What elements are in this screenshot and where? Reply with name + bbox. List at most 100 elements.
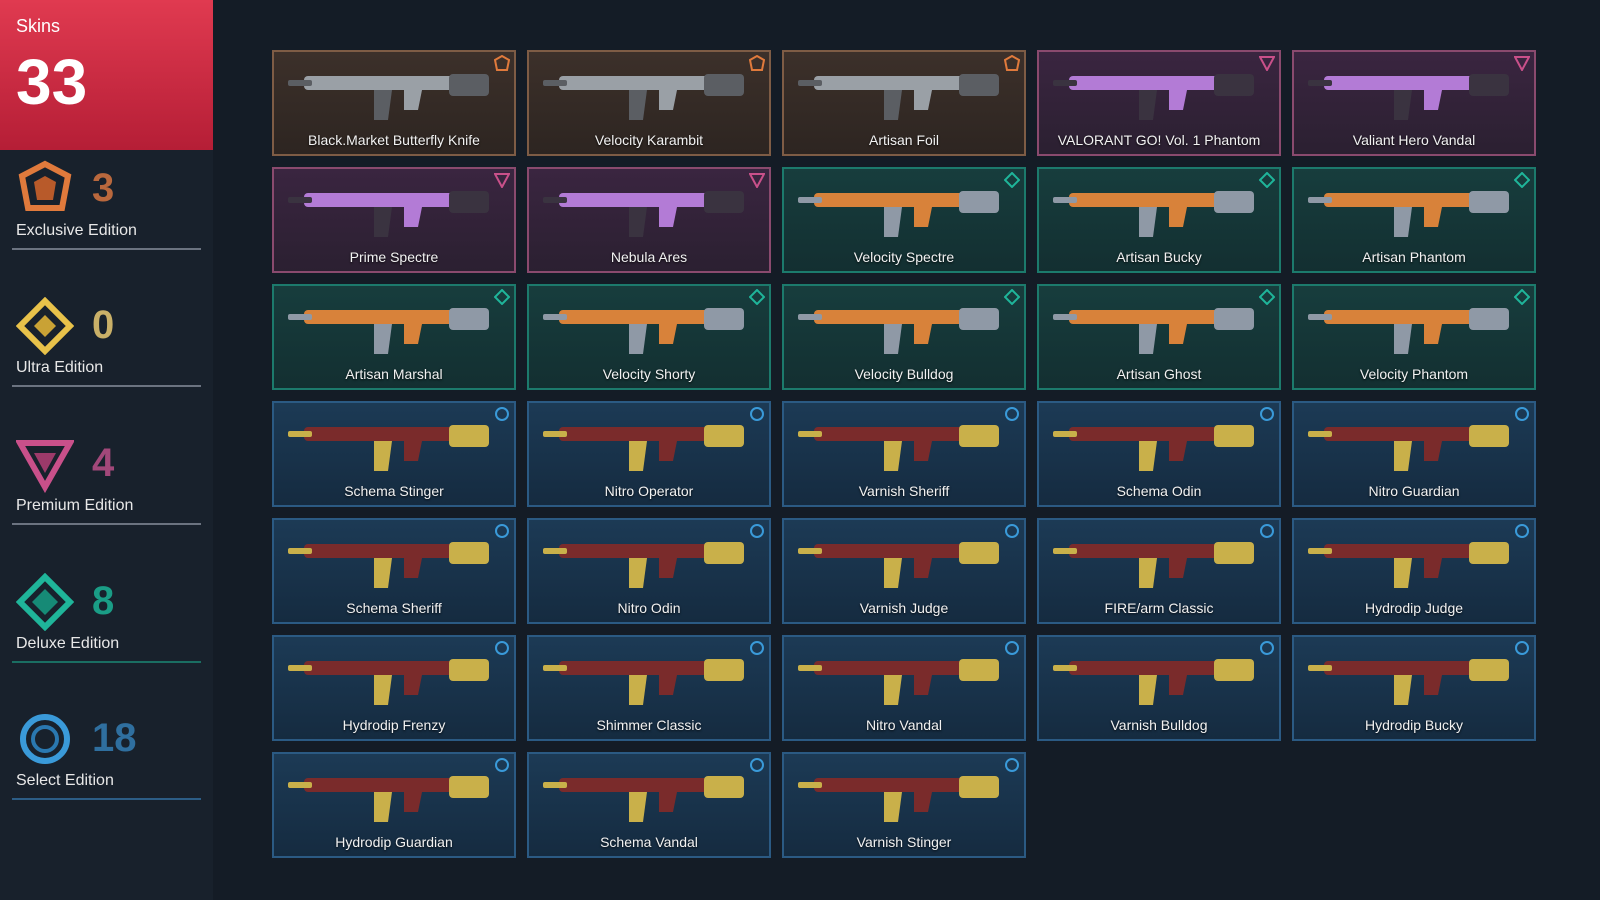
weapon-image [1308,308,1509,354]
skin-card[interactable]: Black.Market Butterfly Knife [272,50,516,156]
skin-card[interactable]: Artisan Bucky [1037,167,1281,273]
weapon-image [1308,74,1509,120]
skin-name: Shimmer Classic [596,717,702,733]
deluxe-edition-icon [1004,172,1020,188]
weapon-image [288,191,489,237]
weapon-image [543,308,744,354]
skin-card[interactable]: Nitro Odin [527,518,771,624]
skin-name: Nitro Vandal [865,717,942,733]
skin-grid: Black.Market Butterfly Knife Velocity Kar… [272,50,1536,858]
weapon-image [543,542,744,588]
skin-name: Schema Vandal [600,834,698,850]
total-skins-count: 33 [16,46,88,118]
skin-card[interactable]: Velocity Spectre [782,167,1026,273]
skin-card[interactable]: Valiant Hero Vandal [1292,50,1536,156]
skin-card[interactable]: Schema Sheriff [272,518,516,624]
skin-name: Nebula Ares [610,249,688,265]
skin-card[interactable]: VALORANT GO! Vol. 1 Phantom [1037,50,1281,156]
weapon-image [798,191,999,237]
premium-edition-icon [749,173,765,188]
skin-card[interactable]: Hydrodip Frenzy [272,635,516,741]
tier-row-premium: 4 Premium Edition [12,435,201,525]
ultra-edition-icon [16,297,74,355]
skin-name: Nitro Odin [617,600,681,616]
weapon-image [543,659,744,705]
skin-card[interactable]: Nitro Vandal [782,635,1026,741]
select-edition-icon [495,641,509,655]
skin-card[interactable]: Artisan Foil [782,50,1026,156]
skin-card[interactable]: Artisan Marshal [272,284,516,390]
skin-card[interactable]: Artisan Phantom [1292,167,1536,273]
select-edition-icon [20,714,70,764]
premium-edition-label: Premium Edition [16,497,134,514]
skin-name: Black.Market Butterfly Knife [308,132,480,148]
exclusive-edition-count: 3 [92,166,115,210]
skin-card[interactable]: Varnish Bulldog [1037,635,1281,741]
skin-card[interactable]: Nitro Operator [527,401,771,507]
skin-card[interactable]: Hydrodip Guardian [272,752,516,858]
exclusive-edition-label: Exclusive Edition [16,222,137,239]
skin-card[interactable]: Velocity Phantom [1292,284,1536,390]
weapon-image [1053,191,1254,237]
skin-card[interactable]: Nitro Guardian [1292,401,1536,507]
weapon-image [1053,74,1254,120]
skin-name: Artisan Marshal [345,366,443,382]
skin-card[interactable]: Schema Stinger [272,401,516,507]
deluxe-edition-icon [494,289,510,305]
premium-edition-icon [494,173,510,188]
skin-card[interactable]: Velocity Karambit [527,50,771,156]
skin-card[interactable]: Schema Odin [1037,401,1281,507]
skin-card[interactable]: Hydrodip Judge [1292,518,1536,624]
weapon-image [798,659,999,705]
select-edition-icon [750,641,764,655]
select-edition-icon [1005,524,1019,538]
deluxe-edition-icon [1514,172,1530,188]
skin-card[interactable]: Velocity Bulldog [782,284,1026,390]
skin-card[interactable]: Varnish Stinger [782,752,1026,858]
weapon-image [543,425,744,471]
skin-card[interactable]: Varnish Judge [782,518,1026,624]
select-edition-icon [495,758,509,772]
skin-card[interactable]: Schema Vandal [527,752,771,858]
skin-card[interactable]: Varnish Sheriff [782,401,1026,507]
premium-edition-icon [16,440,74,493]
skin-name: Artisan Ghost [1116,366,1202,382]
deluxe-edition-icon [1259,172,1275,188]
skin-name: Schema Stinger [344,483,444,499]
weapon-image [288,659,489,705]
weapon-image [543,191,744,237]
deluxe-edition-label: Deluxe Edition [16,635,120,652]
skin-name: Varnish Sheriff [858,483,950,499]
weapon-image [798,425,999,471]
skin-card[interactable]: Velocity Shorty [527,284,771,390]
weapon-image [288,776,489,822]
select-edition-icon [750,407,764,421]
select-edition-icon [1515,407,1529,421]
weapon-image [1053,425,1254,471]
skin-name: Schema Sheriff [346,600,442,616]
skin-card[interactable]: Prime Spectre [272,167,516,273]
weapon-image [288,308,489,354]
deluxe-edition-icon [16,573,74,631]
weapon-image [1308,659,1509,705]
skin-card[interactable]: Shimmer Classic [527,635,771,741]
weapon-image [1308,542,1509,588]
skin-card[interactable]: FIRE/arm Classic [1037,518,1281,624]
skin-name: Nitro Guardian [1368,483,1460,499]
select-edition-icon [495,407,509,421]
skin-name: Schema Odin [1116,483,1202,499]
skin-name: FIRE/arm Classic [1104,600,1214,616]
weapon-image [1053,308,1254,354]
weapon-image [1053,542,1254,588]
skin-name: Hydrodip Bucky [1364,717,1464,733]
weapon-image [1308,191,1509,237]
weapon-image [288,74,489,120]
premium-edition-icon [1259,56,1275,71]
skin-card[interactable]: Hydrodip Bucky [1292,635,1536,741]
skin-name: Hydrodip Guardian [335,834,453,850]
select-edition-icon [1515,641,1529,655]
skin-card[interactable]: Nebula Ares [527,167,771,273]
skin-name: Artisan Foil [868,132,940,148]
skin-name: Artisan Bucky [1116,249,1202,265]
skin-card[interactable]: Artisan Ghost [1037,284,1281,390]
